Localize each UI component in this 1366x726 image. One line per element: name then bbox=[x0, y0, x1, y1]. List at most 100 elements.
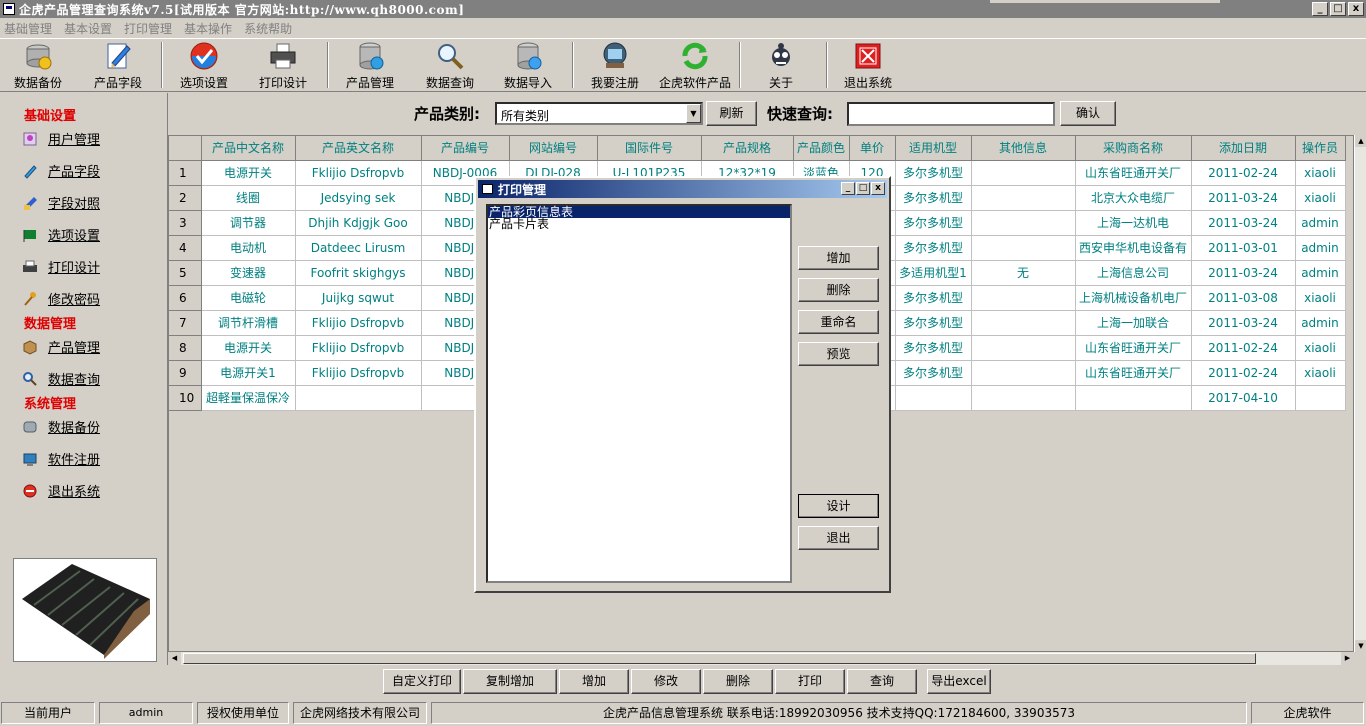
sidebar-item-data-query[interactable]: 数据查询 bbox=[22, 369, 100, 388]
table-cell[interactable]: 电源开关 bbox=[201, 160, 296, 186]
table-cell[interactable]: 2011-03-24 bbox=[1191, 260, 1296, 286]
app-icon[interactable] bbox=[3, 3, 15, 15]
table-cell[interactable] bbox=[971, 160, 1076, 186]
table-cell[interactable] bbox=[971, 335, 1076, 361]
table-cell[interactable]: admin bbox=[1295, 210, 1346, 236]
table-cell[interactable]: 多尔多机型 bbox=[895, 235, 972, 261]
table-cell[interactable]: Juijkg sqwut bbox=[295, 285, 422, 311]
scroll-down-icon[interactable]: ▼ bbox=[1355, 640, 1366, 652]
scroll-left-icon[interactable]: ◀ bbox=[168, 652, 181, 665]
column-header[interactable]: 国际件号 bbox=[597, 136, 702, 161]
menu-basic-management[interactable]: 基础管理 bbox=[4, 20, 52, 37]
copy-add-button[interactable]: 复制增加 bbox=[463, 669, 557, 694]
export-excel-button[interactable]: 导出excel bbox=[927, 669, 991, 694]
table-cell[interactable]: 2011-02-24 bbox=[1191, 335, 1296, 361]
refresh-button[interactable]: 刷新 bbox=[706, 101, 757, 126]
toolbar-backup-button[interactable]: 数据备份 bbox=[12, 41, 64, 91]
sidebar-item-product-mgmt[interactable]: 产品管理 bbox=[22, 337, 100, 356]
dialog-minimize-button[interactable]: _ bbox=[841, 182, 855, 195]
title-bar[interactable]: 企虎产品管理查询系统v7.5[试用版本 官方网站:http://www.qh80… bbox=[0, 0, 1366, 18]
dialog-rename-button[interactable]: 重命名 bbox=[798, 310, 879, 334]
column-header[interactable]: 适用机型 bbox=[895, 136, 972, 161]
table-cell[interactable]: 2011-02-24 bbox=[1191, 360, 1296, 386]
table-cell[interactable]: 无 bbox=[971, 260, 1076, 286]
sidebar-item-users[interactable]: 用户管理 bbox=[22, 129, 100, 148]
table-cell[interactable]: 多尔多机型 bbox=[895, 160, 972, 186]
table-cell[interactable]: Fklijio Dsfropvb bbox=[295, 160, 422, 186]
table-cell[interactable]: Fklijio Dsfropvb bbox=[295, 310, 422, 336]
table-cell[interactable]: 2011-03-08 bbox=[1191, 285, 1296, 311]
toolbar-exit-button[interactable]: 退出系统 bbox=[840, 41, 896, 91]
table-cell[interactable]: xiaoli bbox=[1295, 285, 1346, 311]
table-cell[interactable]: admin bbox=[1295, 235, 1346, 261]
table-cell[interactable]: 2017-04-10 bbox=[1191, 385, 1296, 411]
table-cell[interactable]: 2011-03-24 bbox=[1191, 210, 1296, 236]
menu-system-help[interactable]: 系统帮助 bbox=[244, 20, 292, 37]
column-header[interactable]: 产品编号 bbox=[421, 136, 510, 161]
table-cell[interactable] bbox=[971, 385, 1076, 411]
table-cell[interactable]: 多尔多机型 bbox=[895, 285, 972, 311]
table-cell[interactable]: 多尔多机型 bbox=[895, 360, 972, 386]
toolbar-about-button[interactable]: 关于 bbox=[758, 41, 804, 91]
table-cell[interactable]: 电源开关1 bbox=[201, 360, 296, 386]
column-header[interactable]: 添加日期 bbox=[1191, 136, 1296, 161]
table-cell[interactable]: 2011-03-01 bbox=[1191, 235, 1296, 261]
sidebar-item-backup[interactable]: 数据备份 bbox=[22, 417, 100, 436]
table-cell[interactable]: 2011-03-24 bbox=[1191, 185, 1296, 211]
table-cell[interactable]: 北京大众电缆厂 bbox=[1075, 185, 1192, 211]
table-cell[interactable]: 2011-03-24 bbox=[1191, 310, 1296, 336]
dialog-preview-button[interactable]: 预览 bbox=[798, 342, 879, 366]
category-select[interactable]: 所有类别 ▼ bbox=[495, 102, 703, 125]
table-cell[interactable]: 变速器 bbox=[201, 260, 296, 286]
toolbar-options-button[interactable]: 选项设置 bbox=[178, 41, 230, 91]
table-cell[interactable]: 上海一达机电 bbox=[1075, 210, 1192, 236]
menu-print-management[interactable]: 打印管理 bbox=[124, 20, 172, 37]
quick-search-input[interactable] bbox=[847, 102, 1055, 126]
row-number[interactable]: 7 bbox=[169, 310, 202, 336]
column-header[interactable]: 产品中文名称 bbox=[201, 136, 296, 161]
close-button[interactable]: x bbox=[1348, 2, 1364, 16]
row-number[interactable]: 2 bbox=[169, 185, 202, 211]
table-cell[interactable]: 多尔多机型 bbox=[895, 210, 972, 236]
table-cell[interactable]: xiaoli bbox=[1295, 360, 1346, 386]
horizontal-scrollbar[interactable]: ◀ ▶ bbox=[168, 652, 1354, 665]
column-header[interactable]: 网站编号 bbox=[509, 136, 598, 161]
toolbar-products-button[interactable]: 企虎软件产品 bbox=[656, 41, 734, 91]
row-number[interactable]: 4 bbox=[169, 235, 202, 261]
dialog-close-button[interactable]: x bbox=[871, 182, 885, 195]
column-header[interactable]: 产品规格 bbox=[701, 136, 794, 161]
column-header[interactable]: 产品颜色 bbox=[793, 136, 850, 161]
dialog-exit-button[interactable]: 退出 bbox=[798, 526, 879, 550]
table-cell[interactable]: 多尔多机型 bbox=[895, 185, 972, 211]
toolbar-product-mgmt-button[interactable]: 产品管理 bbox=[344, 41, 396, 91]
table-cell[interactable]: xiaoli bbox=[1295, 185, 1346, 211]
row-number[interactable]: 9 bbox=[169, 360, 202, 386]
table-cell[interactable] bbox=[295, 385, 422, 411]
dialog-add-button[interactable]: 增加 bbox=[798, 246, 879, 270]
scroll-up-icon[interactable]: ▲ bbox=[1355, 135, 1366, 147]
table-cell[interactable] bbox=[971, 210, 1076, 236]
table-cell[interactable] bbox=[971, 360, 1076, 386]
table-cell[interactable]: 上海信息公司 bbox=[1075, 260, 1192, 286]
table-cell[interactable]: 上海一加联合 bbox=[1075, 310, 1192, 336]
sidebar-item-field-mapping[interactable]: 字段对照 bbox=[22, 193, 100, 212]
dialog-title-bar[interactable]: 打印管理 _ □ x bbox=[478, 180, 887, 198]
table-cell[interactable]: Datdeec Lirusm bbox=[295, 235, 422, 261]
maximize-button[interactable]: □ bbox=[1330, 2, 1346, 16]
table-cell[interactable]: 调节杆滑槽 bbox=[201, 310, 296, 336]
query-button[interactable]: 查询 bbox=[847, 669, 917, 694]
table-cell[interactable]: 山东省旺通开关厂 bbox=[1075, 160, 1192, 186]
column-header[interactable]: 产品英文名称 bbox=[295, 136, 422, 161]
column-header[interactable]: 其他信息 bbox=[971, 136, 1076, 161]
table-cell[interactable] bbox=[971, 285, 1076, 311]
table-cell[interactable]: 多尔多机型 bbox=[895, 310, 972, 336]
dialog-maximize-button[interactable]: □ bbox=[856, 182, 870, 195]
list-item[interactable]: 产品卡片表 bbox=[488, 218, 790, 230]
toolbar-register-button[interactable]: 我要注册 bbox=[589, 41, 641, 91]
report-list[interactable]: 产品彩页信息表 产品卡片表 bbox=[486, 204, 792, 583]
row-number[interactable]: 10 bbox=[169, 385, 202, 411]
table-cell[interactable]: 山东省旺通开关厂 bbox=[1075, 360, 1192, 386]
table-cell[interactable]: 电磁轮 bbox=[201, 285, 296, 311]
table-cell[interactable]: 电源开关 bbox=[201, 335, 296, 361]
table-cell[interactable]: 线圈 bbox=[201, 185, 296, 211]
